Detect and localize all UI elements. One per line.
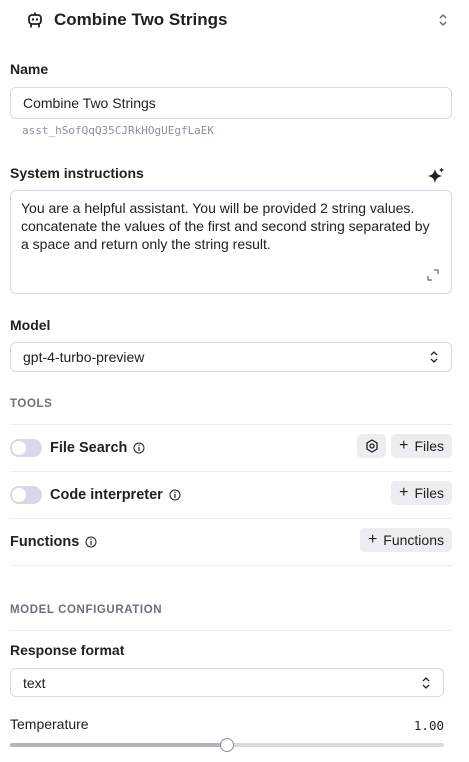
divider [10, 471, 452, 472]
info-icon[interactable] [85, 536, 97, 548]
temperature-label: Temperature [10, 716, 89, 732]
divider [10, 518, 452, 519]
functions-row: Functions + Functions [10, 528, 452, 556]
expand-icon[interactable] [427, 269, 439, 281]
assistant-header[interactable]: Combine Two Strings [0, 0, 469, 40]
temperature-slider[interactable] [10, 738, 444, 752]
name-field[interactable]: Combine Two Strings [10, 87, 452, 119]
plus-icon: + [399, 437, 409, 454]
instructions-text: You are a helpful assistant. You will be… [21, 200, 430, 252]
plus-icon: + [399, 484, 409, 501]
file-search-toggle[interactable] [10, 439, 42, 457]
instructions-textarea[interactable]: You are a helpful assistant. You will be… [10, 190, 452, 294]
add-function-button[interactable]: + Functions [359, 528, 452, 552]
code-interpreter-toggle[interactable] [10, 486, 42, 504]
code-interpreter-files-label: Files [414, 485, 444, 501]
robot-icon [26, 11, 44, 29]
instructions-label: System instructions [10, 165, 144, 181]
chevron-up-down-icon [422, 676, 430, 689]
response-format-label: Response format [10, 642, 125, 658]
code-interpreter-files-button[interactable]: + Files [391, 481, 452, 505]
file-search-files-button[interactable]: + Files [391, 434, 452, 458]
assistant-id: asst_hSofQqQ35CJRkHOgUEgfLaEK [22, 124, 215, 137]
assistant-title: Combine Two Strings [54, 10, 228, 29]
model-config-heading: MODEL CONFIGURATION [10, 604, 163, 616]
file-search-settings-button[interactable] [357, 434, 387, 458]
sparkle-icon[interactable] [427, 167, 445, 185]
temperature-value: 1.00 [413, 718, 444, 733]
name-field-value: Combine Two Strings [23, 95, 156, 111]
file-search-label: File Search [50, 440, 128, 456]
temperature-slider-thumb[interactable] [220, 738, 234, 752]
info-icon[interactable] [133, 442, 145, 454]
file-search-files-label: Files [414, 438, 444, 454]
info-icon[interactable] [169, 489, 181, 501]
response-format-select[interactable]: text [10, 668, 444, 697]
temperature-slider-fill [10, 743, 227, 747]
chevron-up-down-icon[interactable] [437, 12, 449, 28]
gear-icon [365, 439, 378, 453]
name-label: Name [10, 61, 49, 77]
divider [10, 424, 452, 425]
response-format-value: text [23, 675, 46, 691]
functions-label: Functions [10, 534, 80, 550]
plus-icon: + [367, 531, 378, 548]
model-label: Model [10, 317, 51, 333]
divider [10, 565, 452, 566]
code-interpreter-label: Code interpreter [50, 487, 163, 503]
model-select-value: gpt-4-turbo-preview [23, 349, 145, 365]
tools-heading: TOOLS [10, 398, 53, 410]
divider [10, 630, 452, 631]
code-interpreter-row: Code interpreter + Files [10, 481, 452, 509]
model-select[interactable]: gpt-4-turbo-preview [10, 342, 452, 372]
add-function-label: Functions [383, 532, 444, 548]
file-search-row: File Search + Files [10, 434, 452, 462]
chevron-up-down-icon [430, 351, 438, 363]
